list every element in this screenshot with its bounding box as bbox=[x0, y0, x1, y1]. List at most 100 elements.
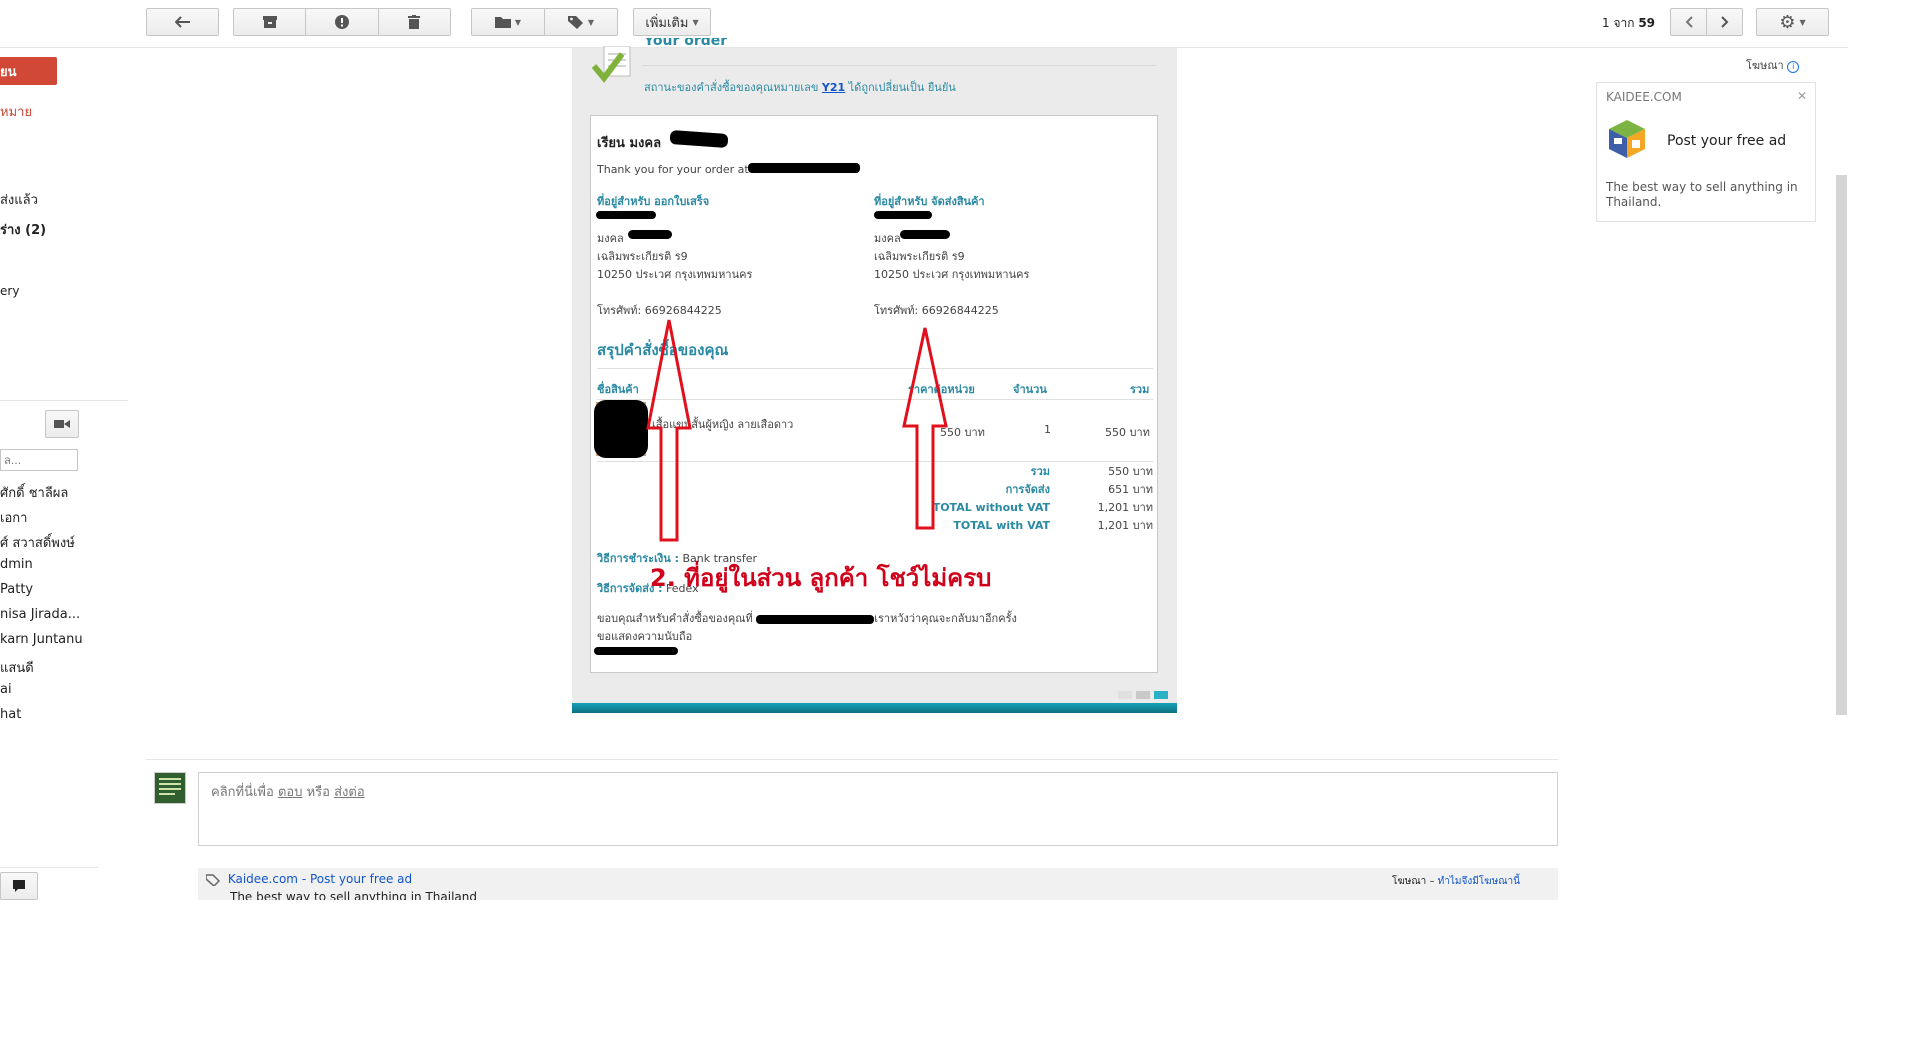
thanks-footer-suffix: เราหวังว่าคุณจะกลับมาอีกครั้ง bbox=[874, 612, 1017, 625]
contact-item[interactable]: karn Juntanu bbox=[0, 632, 83, 647]
bottom-ad-desc: The best way to sell anything in Thailan… bbox=[230, 890, 477, 900]
reply-middle: หรือ bbox=[302, 785, 335, 800]
scrollbar[interactable] bbox=[1836, 175, 1847, 715]
more-label: เพิ่มเติม bbox=[645, 15, 689, 31]
nav-divider bbox=[0, 400, 128, 401]
labels-button[interactable]: ▼ bbox=[545, 9, 617, 35]
folder-icon bbox=[494, 17, 511, 28]
billing-phone: โทรศัพท์: 66926844225 bbox=[597, 304, 722, 317]
status-prefix: สถานะของคำสั่งซื้อของคุณหมายเลข bbox=[644, 81, 822, 94]
side-ad-site: KAIDEE.COM bbox=[1606, 90, 1682, 104]
ad-label-text: โฆษณา bbox=[1746, 59, 1784, 72]
nav-item-sent[interactable]: ส่งแล้ว bbox=[0, 189, 38, 210]
avatar-pattern-icon bbox=[159, 778, 181, 795]
why-this-ad-link[interactable]: ทำไมจึงมีโฆษณานี้ bbox=[1438, 876, 1520, 887]
billing-line1: เฉลิมพระเกียรติ ร9 bbox=[597, 250, 688, 263]
shipping-name: มงคล bbox=[874, 232, 901, 245]
redaction-mark bbox=[628, 230, 672, 239]
redaction-mark bbox=[594, 647, 678, 655]
email-header-title: Your order bbox=[644, 38, 728, 49]
trash-icon bbox=[408, 15, 421, 29]
chevron-down-icon: ▼ bbox=[587, 17, 595, 27]
chat-button[interactable] bbox=[0, 872, 38, 900]
bottom-ad-right: โฆษณา – ทำไมจึงมีโฆษณานี้ bbox=[1392, 874, 1520, 889]
contact-item[interactable]: ศักดิ์ ชาลีผล bbox=[0, 482, 68, 503]
reply-divider bbox=[146, 759, 1558, 760]
product-qty: 1 bbox=[1044, 423, 1051, 436]
compose-button[interactable]: ยน bbox=[0, 57, 57, 85]
reply-box[interactable]: คลิกที่นี่เพื่อ ตอบ หรือ ส่งต่อ bbox=[198, 772, 1558, 846]
reply-link[interactable]: ตอบ bbox=[278, 785, 303, 800]
tag-icon bbox=[205, 873, 221, 887]
annotation-text: 2. ที่อยู่ในส่วน ลูกค้า โชว์ไม่ครบ bbox=[650, 564, 992, 592]
nav-item-drafts[interactable]: ร่าง (2) bbox=[0, 219, 46, 240]
annotation-arrow bbox=[646, 319, 692, 542]
contact-item[interactable]: ศ์ สวาสดิ์พงษ์ bbox=[0, 532, 75, 553]
nav-item-category[interactable]: ery bbox=[0, 284, 19, 298]
billing-line2: 10250 ประเวศ กรุงเทพมหานคร bbox=[597, 268, 753, 281]
chevron-down-icon: ▼ bbox=[514, 17, 522, 27]
move-label-group: ▼ ▼ bbox=[471, 8, 618, 36]
contact-item[interactable]: แสนดี bbox=[0, 657, 34, 678]
shipping-line1: เฉลิมพระเกียรติ ร9 bbox=[874, 250, 965, 263]
newer-button[interactable] bbox=[1671, 9, 1706, 35]
settings-button[interactable]: ⚙ ▼ bbox=[1756, 8, 1829, 36]
order-number-link[interactable]: Y21 bbox=[822, 81, 845, 94]
side-ad-desc: The best way to sell anything in Thailan… bbox=[1606, 180, 1798, 209]
contact-item[interactable]: Patty bbox=[0, 582, 33, 597]
chat-bubble-icon bbox=[13, 880, 25, 892]
ad-source-link[interactable]: Kaidee.com bbox=[228, 872, 298, 886]
reply-prefix: คลิกที่นี่เพื่อ bbox=[211, 785, 278, 800]
contact-item[interactable]: hat bbox=[0, 707, 21, 722]
side-ad-title: Post your free ad bbox=[1667, 133, 1787, 149]
ad-title: - Post your free ad bbox=[298, 872, 413, 886]
info-icon[interactable]: i bbox=[1787, 61, 1800, 73]
contact-item[interactable]: nisa Jirada... bbox=[0, 607, 80, 622]
alert-icon bbox=[334, 15, 349, 29]
move-to-button[interactable]: ▼ bbox=[472, 9, 544, 35]
slide-dot bbox=[1136, 691, 1150, 699]
pager-group bbox=[1670, 8, 1743, 36]
product-total: 550 บาท bbox=[1105, 426, 1150, 439]
contact-item[interactable]: ai bbox=[0, 682, 12, 697]
total-value: 651 บาท bbox=[1108, 483, 1153, 496]
more-button[interactable]: เพิ่มเติม ▼ bbox=[633, 8, 711, 36]
thanks-footer: ขอบคุณสำหรับคำสั่งซื้อของคุณที่ เราหวังว… bbox=[597, 609, 1017, 627]
delete-button[interactable] bbox=[379, 9, 450, 35]
close-icon[interactable]: ✕ bbox=[1797, 89, 1807, 103]
billing-address-title: ที่อยู่สำหรับ ออกใบเสร็จ bbox=[597, 195, 710, 208]
thanks-line: Thank you for your order at bbox=[597, 163, 749, 176]
contact-search-input[interactable] bbox=[0, 449, 78, 471]
older-button[interactable] bbox=[1707, 9, 1742, 35]
report-spam-button[interactable] bbox=[306, 9, 377, 35]
contact-item[interactable]: เอกา bbox=[0, 507, 27, 528]
redaction-mark bbox=[594, 400, 648, 458]
nav-item-label: ery bbox=[0, 284, 20, 298]
back-button[interactable] bbox=[146, 8, 219, 36]
video-call-button[interactable] bbox=[45, 410, 79, 438]
chevron-down-icon: ▼ bbox=[1799, 17, 1806, 27]
nav-item-inbox[interactable]: หมาย bbox=[0, 101, 32, 122]
redaction-mark bbox=[756, 614, 875, 624]
redaction-mark bbox=[900, 230, 950, 239]
side-ad-card[interactable]: KAIDEE.COM ✕ Post your free ad The best … bbox=[1596, 82, 1816, 222]
back-arrow-icon bbox=[174, 16, 190, 28]
archive-icon bbox=[262, 16, 277, 28]
nav-item-label: ร่าง (2) bbox=[0, 223, 47, 238]
regards: ขอแสดงความนับถือ bbox=[597, 630, 693, 643]
email-header-divider bbox=[642, 65, 1156, 66]
contact-item[interactable]: dmin bbox=[0, 557, 33, 572]
avatar bbox=[154, 772, 186, 804]
annotation-arrow bbox=[902, 327, 948, 530]
reply-prompt: คลิกที่นี่เพื่อ ตอบ หรือ ส่งต่อ bbox=[211, 781, 365, 802]
slide-dot bbox=[1154, 691, 1168, 699]
email-footer-bar bbox=[572, 703, 1177, 713]
bottom-ad-content: Kaidee.com - Post your free ad bbox=[205, 872, 413, 887]
status-suffix: ได้ถูกเปลี่ยนเป็น ยืนยัน bbox=[845, 81, 956, 94]
col-qty: จำนวน bbox=[1013, 383, 1047, 396]
chevron-down-icon: ▼ bbox=[692, 17, 699, 27]
archive-button[interactable] bbox=[234, 9, 305, 35]
page-counter-total: 59 bbox=[1638, 16, 1656, 30]
forward-link[interactable]: ส่งต่อ bbox=[334, 785, 365, 800]
thanks-footer-prefix: ขอบคุณสำหรับคำสั่งซื้อของคุณที่ bbox=[597, 612, 757, 625]
